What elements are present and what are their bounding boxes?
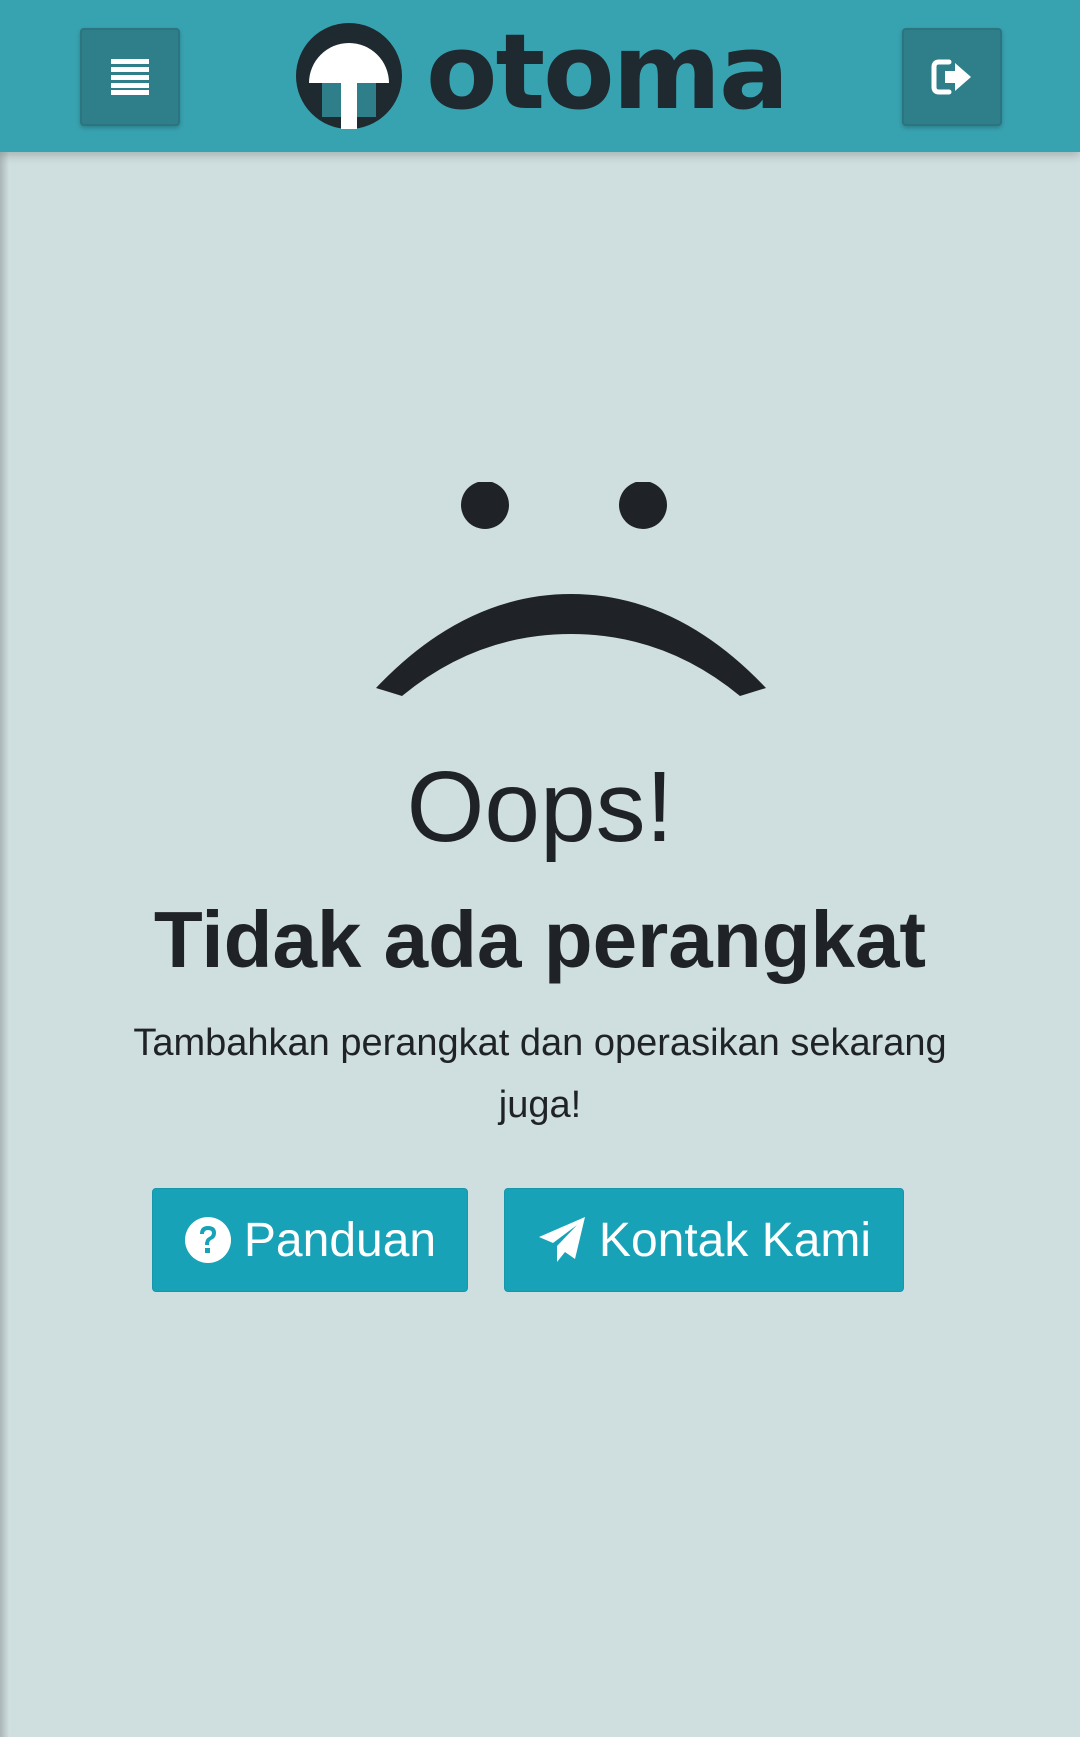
brand-name: otoma (426, 11, 789, 133)
page-title: Oops! (406, 751, 674, 863)
menu-button[interactable] (80, 28, 180, 126)
paper-plane-icon (538, 1217, 585, 1262)
app-header: otoma (0, 0, 1080, 152)
empty-subtitle: Tidak ada perangkat (153, 895, 927, 984)
guide-button-label: Panduan (243, 1213, 437, 1267)
logo-mark-icon (296, 23, 402, 129)
sad-face-icon (376, 482, 766, 696)
logout-button[interactable] (902, 28, 1002, 126)
empty-state: Oops! Tidak ada perangkat Tambahkan pera… (0, 152, 1080, 1737)
contact-button-label: Kontak Kami (598, 1213, 872, 1267)
question-circle-icon (184, 1217, 231, 1263)
guide-button[interactable]: Panduan (152, 1188, 468, 1292)
brand-logo: otoma (294, 20, 794, 132)
sign-out-icon (931, 59, 971, 95)
list-icon (111, 59, 149, 95)
empty-description: Tambahkan perangkat dan operasikan sekar… (133, 1022, 947, 1126)
contact-button[interactable]: Kontak Kami (504, 1188, 904, 1292)
